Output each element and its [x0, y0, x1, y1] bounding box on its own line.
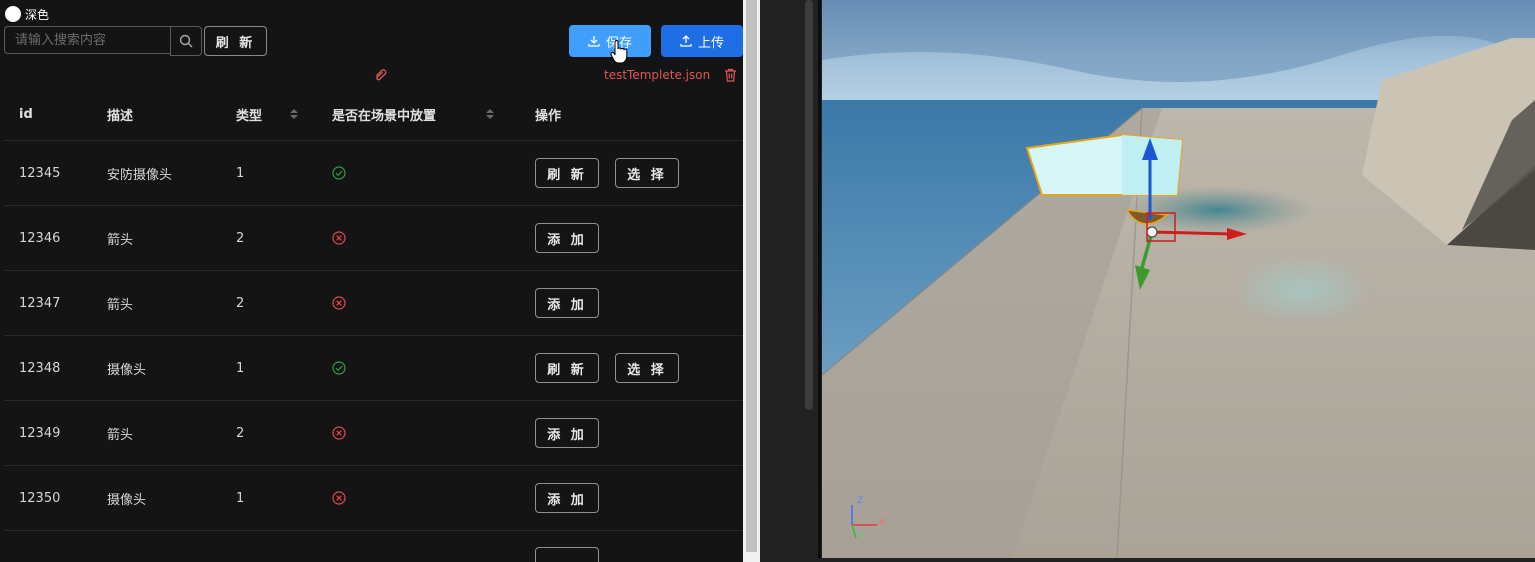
template-panel: 深色 刷 新 保存 上传 testTemplete.json id 描述 类型 — [0, 0, 760, 562]
upload-button[interactable]: 上传 — [661, 25, 743, 57]
cell-id: 12347 — [19, 295, 61, 311]
table-header: id 描述 类型 是否在场景中放置 操作 — [4, 88, 743, 141]
select-row-button[interactable]: 选 择 — [615, 353, 679, 383]
upload-icon — [680, 35, 692, 47]
column-placed-label: 是否在场景中放置 — [332, 108, 437, 124]
x-circle-icon — [332, 231, 346, 245]
cell-placed — [332, 141, 346, 205]
panel-scrollbar-thumb[interactable] — [746, 0, 757, 552]
delete-icon[interactable] — [724, 68, 737, 82]
check-circle-icon — [332, 166, 346, 180]
axis-label-x: X — [879, 518, 886, 528]
cell-placed — [332, 401, 346, 465]
x-circle-icon — [332, 296, 346, 310]
table-row: 12347 箭头 2 添 加 — [4, 271, 743, 336]
search-icon — [179, 34, 193, 48]
cell-desc: 箭头 — [107, 297, 134, 313]
search-button[interactable] — [170, 26, 202, 56]
table-row: 12348 摄像头 1 刷 新 选 择 — [4, 336, 743, 401]
sort-icon[interactable] — [486, 109, 495, 119]
download-icon — [588, 36, 600, 47]
column-desc: 描述 — [107, 88, 133, 140]
cell-desc: 箭头 — [107, 232, 134, 248]
add-row-button[interactable]: 添 加 — [535, 223, 599, 253]
cell-placed — [332, 206, 346, 270]
cell-placed — [332, 271, 346, 335]
check-circle-icon — [332, 361, 346, 375]
add-row-button[interactable]: 添 加 — [535, 483, 599, 513]
refresh-button[interactable]: 刷 新 — [204, 26, 267, 56]
sort-icon[interactable] — [290, 109, 299, 119]
cell-id: 12348 — [19, 360, 61, 376]
table-row: 12350 摄像头 1 添 加 — [4, 466, 743, 531]
cell-desc: 安防摄像头 — [107, 167, 173, 183]
cell-type: 1 — [236, 360, 245, 376]
cell-type: 1 — [236, 165, 245, 181]
column-id-label: id — [19, 106, 33, 122]
table-row: 12346 箭头 2 添 加 — [4, 206, 743, 271]
cell-id: 12345 — [19, 165, 61, 181]
cell-placed — [332, 466, 346, 530]
add-row-button[interactable]: 添 加 — [535, 288, 599, 318]
viewport-bottom-edge — [760, 558, 1535, 562]
theme-toggle-knob[interactable] — [5, 6, 21, 22]
x-circle-icon — [332, 426, 346, 440]
column-placed[interactable]: 是否在场景中放置 — [332, 88, 495, 140]
hand-cursor-icon — [610, 40, 628, 64]
axis-label-z: Z — [857, 496, 864, 506]
refresh-row-button[interactable]: 刷 新 — [535, 158, 599, 188]
cell-id: 12349 — [19, 425, 61, 441]
refresh-row-button[interactable]: 刷 新 — [535, 353, 599, 383]
column-type-label: 类型 — [236, 108, 263, 124]
cell-type: 2 — [236, 230, 245, 246]
column-ops: 操作 — [535, 88, 561, 140]
table-row: 12345 安防摄像头 1 刷 新 选 择 — [4, 141, 743, 206]
x-circle-icon — [332, 491, 346, 505]
file-name[interactable]: testTemplete.json — [604, 68, 710, 82]
add-row-button-partial[interactable] — [535, 547, 599, 562]
splitter-scroll-thumb[interactable] — [805, 0, 813, 410]
scene-render — [822, 0, 1535, 558]
upload-button-label: 上传 — [697, 35, 724, 51]
table-row: 12349 箭头 2 添 加 — [4, 401, 743, 466]
cell-desc: 摄像头 — [107, 492, 147, 508]
cell-type: 1 — [236, 490, 245, 506]
cell-desc: 箭头 — [107, 427, 134, 443]
column-desc-label: 描述 — [107, 108, 134, 124]
column-id: id — [19, 88, 33, 140]
cell-id: 12346 — [19, 230, 61, 246]
theme-toggle-label: 深色 — [25, 7, 50, 22]
splitter-edge — [818, 0, 821, 562]
search-input[interactable] — [4, 26, 170, 54]
axis-label-y: Y — [858, 532, 864, 542]
theme-toggle[interactable]: 深色 — [5, 5, 49, 23]
cell-type: 2 — [236, 295, 245, 311]
cell-type: 2 — [236, 425, 245, 441]
column-type[interactable]: 类型 — [236, 88, 299, 140]
select-row-button[interactable]: 选 择 — [615, 158, 679, 188]
column-ops-label: 操作 — [535, 108, 562, 124]
paperclip-icon — [375, 69, 387, 81]
add-row-button[interactable]: 添 加 — [535, 418, 599, 448]
cell-id: 12350 — [19, 490, 61, 506]
cell-desc: 摄像头 — [107, 362, 147, 378]
cell-placed — [332, 336, 346, 400]
scene-viewport[interactable]: Z X Y — [822, 0, 1535, 558]
